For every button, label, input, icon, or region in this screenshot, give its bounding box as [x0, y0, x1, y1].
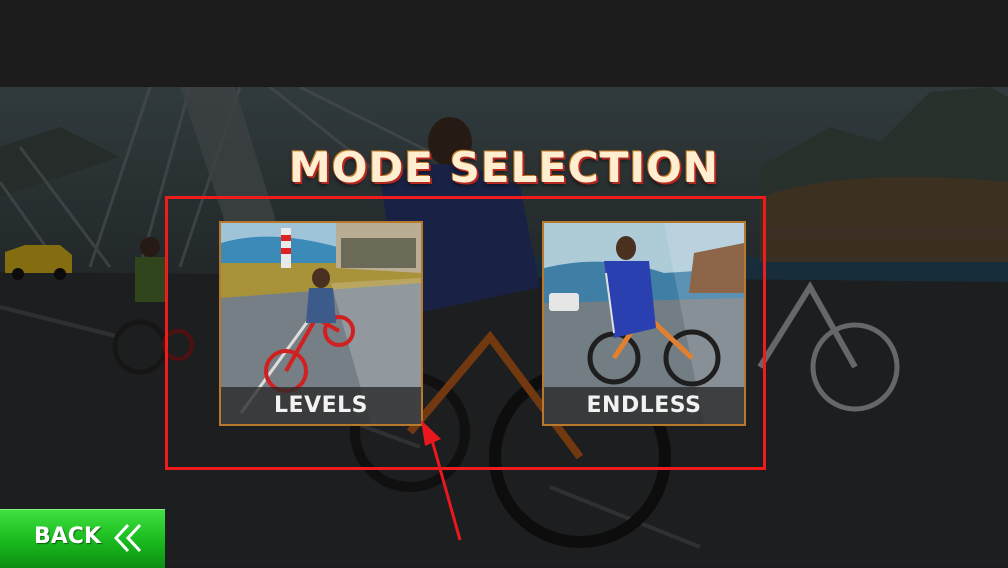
- levels-mode-card[interactable]: LEVELS: [219, 221, 423, 426]
- back-button[interactable]: BACK: [0, 509, 165, 568]
- endless-mode-card[interactable]: ENDLESS: [542, 221, 746, 426]
- back-button-label: BACK: [34, 524, 101, 549]
- top-letterbox-bar: [0, 0, 1008, 87]
- levels-mode-label: LEVELS: [221, 387, 421, 424]
- endless-mode-label: ENDLESS: [544, 387, 744, 424]
- double-chevron-left-icon: [114, 523, 142, 553]
- page-title: MODE SELECTION: [288, 143, 720, 192]
